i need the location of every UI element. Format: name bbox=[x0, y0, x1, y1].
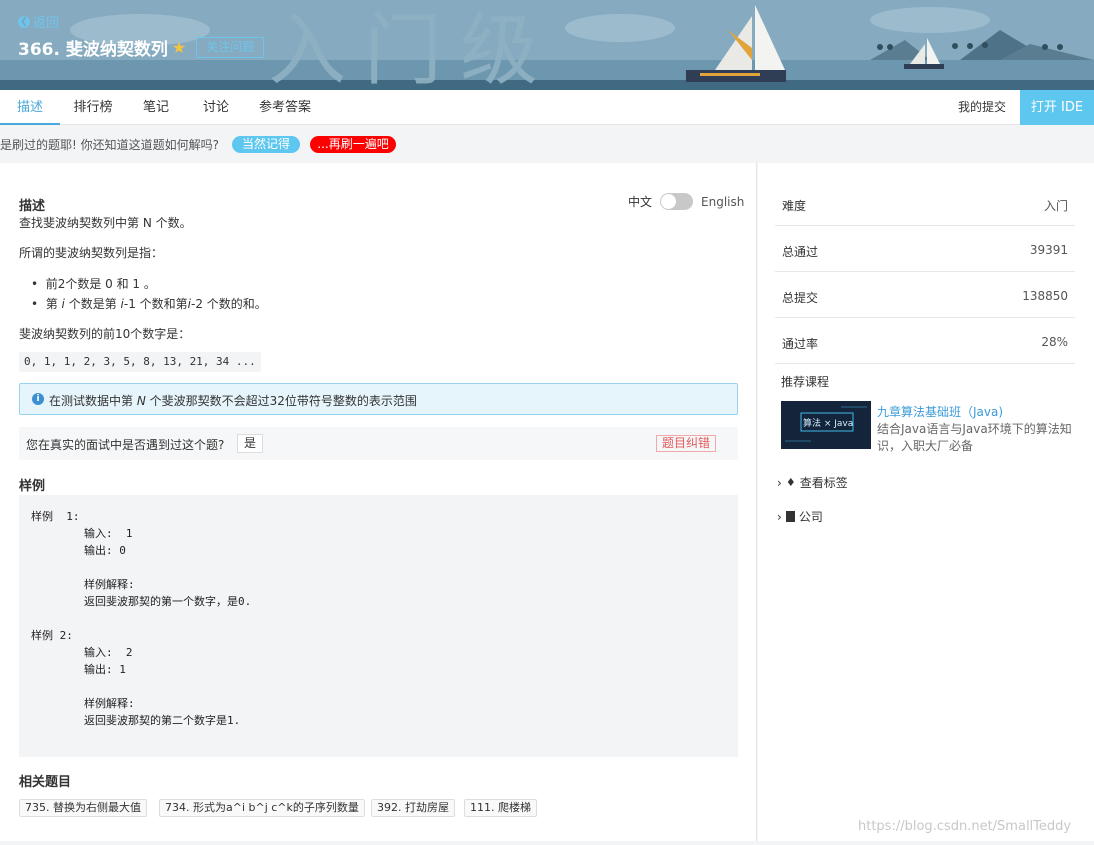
tags-label: 查看标签 bbox=[799, 476, 848, 490]
bullet-2-part: 第 bbox=[45, 297, 62, 311]
stat-label: 难度 bbox=[782, 199, 807, 213]
related-problem-tag[interactable]: 392. 打劫房屋 bbox=[371, 799, 455, 817]
bullet-2-part: -1 个数和第 bbox=[123, 297, 188, 311]
remember-button[interactable]: 当然记得 bbox=[232, 136, 300, 153]
chevron-right-icon: › bbox=[777, 475, 782, 490]
tab-discussion[interactable]: 讨论 bbox=[188, 90, 244, 125]
company-label: 公司 bbox=[798, 510, 823, 524]
stat-row: 总通过 39391 bbox=[775, 226, 1075, 272]
description-heading: 描述 bbox=[19, 199, 46, 214]
bullet-2-part: -2 个数的和。 bbox=[191, 297, 267, 311]
stats-sidebar: 难度 入门 总通过 39391 总提交 138850 通过率 28% 推荐课程 … bbox=[758, 163, 1094, 841]
info-part: 在测试数据中第 bbox=[49, 394, 137, 408]
follow-button[interactable]: 关注问题 bbox=[196, 37, 265, 58]
info-text: 在测试数据中第 N 个斐波那契数不会超过32位带符号整数的表示范围 bbox=[49, 392, 417, 409]
header-banner: 入门级 ❮ 返回 366. 斐波纳契数列 ★ 关注问题 bbox=[0, 0, 1094, 90]
interview-met-row: 您在真实的面试中是否遇到过这个题? 是 题目纠错 bbox=[19, 427, 738, 460]
tab-bar: 描述 排行榜 笔记 讨论 参考答案 我的提交 打开 IDE bbox=[0, 90, 1094, 125]
related-problem-tag[interactable]: 111. 爬楼梯 bbox=[464, 799, 537, 817]
retry-button[interactable]: ...再刷一遍吧 bbox=[310, 136, 396, 153]
stat-value: 39391 bbox=[1029, 243, 1068, 257]
tab-reference-answer[interactable]: 参考答案 bbox=[250, 90, 320, 125]
chevron-right-icon: › bbox=[777, 509, 782, 524]
company-collapsible[interactable]: › 公司 bbox=[777, 508, 823, 525]
info-part: 个斐波那契数不会超过32位带符号整数的表示范围 bbox=[145, 394, 417, 408]
stat-label: 通过率 bbox=[782, 337, 819, 351]
examples-code: 样例 1: 输入: 1 输出: 0 样例解释: 返回斐波那契的第一个数字，是0.… bbox=[19, 495, 738, 757]
language-toggle[interactable] bbox=[660, 193, 694, 210]
open-ide-button[interactable]: 打开 IDE bbox=[1020, 90, 1094, 125]
met-question: 您在真实的面试中是否遇到过这个题? bbox=[26, 438, 225, 452]
language-switch: 中文 English bbox=[628, 193, 744, 210]
stat-label: 总提交 bbox=[782, 291, 819, 305]
stat-row: 通过率 28% bbox=[775, 318, 1075, 364]
course-description: 结合Java语言与Java环境下的算法知识，入职大厂必备 bbox=[877, 422, 1072, 453]
first-ten-label: 斐波纳契数列的前10个数字是： bbox=[19, 327, 191, 341]
met-yes-button[interactable]: 是 bbox=[237, 434, 264, 453]
course-thumbnail[interactable]: 算法 × Java bbox=[781, 401, 871, 449]
info-var: N bbox=[136, 394, 146, 408]
back-label: 返回 bbox=[33, 16, 60, 31]
course-thumbnail-text: 算法 × Java bbox=[803, 419, 854, 429]
related-problem-tag[interactable]: 734. 形式为a^i b^j c^k的子序列数量 bbox=[159, 799, 365, 817]
stat-row: 总提交 138850 bbox=[775, 272, 1075, 318]
tab-ranking[interactable]: 排行榜 bbox=[62, 90, 124, 125]
examples-heading: 样例 bbox=[19, 479, 46, 494]
intro-text: 查找斐波纳契数列中第 N 个数。 bbox=[19, 216, 192, 230]
info-box: i 在测试数据中第 N 个斐波那契数不会超过32位带符号整数的表示范围 bbox=[19, 383, 738, 415]
stat-value: 入门 bbox=[1043, 199, 1068, 213]
lang-zh-label: 中文 bbox=[628, 195, 653, 209]
building-icon bbox=[785, 511, 795, 522]
solved-notice: 是刷过的题耶! 你还知道这道题如何解吗? 当然记得 ...再刷一遍吧 bbox=[0, 126, 1094, 162]
banner-watermark-text: 入门级 bbox=[268, 6, 557, 90]
course-heading: 推荐课程 bbox=[781, 375, 830, 389]
course-title-link[interactable]: 九章算法基础班（Java) bbox=[877, 403, 1003, 420]
bullet-dot: • bbox=[31, 297, 46, 311]
title-row: 366. 斐波纳契数列 ★ 关注问题 bbox=[18, 35, 265, 60]
tags-collapsible[interactable]: › ♦ 查看标签 bbox=[777, 474, 848, 491]
watermark: https://blog.csdn.net/SmallTeddy bbox=[858, 819, 1072, 834]
stat-row: 难度 入门 bbox=[775, 180, 1075, 226]
problem-title: 366. 斐波纳契数列 bbox=[18, 40, 168, 60]
back-arrow-icon: ❮ bbox=[18, 15, 30, 28]
bullet-1-text: 前2个数是 0 和 1 。 bbox=[45, 277, 156, 291]
definition-line: 所谓的斐波纳契数列是指： bbox=[19, 246, 164, 260]
stat-value: 138850 bbox=[1022, 289, 1068, 303]
my-submissions-link[interactable]: 我的提交 bbox=[944, 90, 1020, 125]
info-icon: i bbox=[32, 393, 44, 405]
lang-en-label: English bbox=[701, 194, 745, 209]
related-problem-tag[interactable]: 735. 替换为右侧最大值 bbox=[19, 799, 147, 817]
problem-panel: 描述 中文 English 查找斐波纳契数列中第 N 个数。 所谓的斐波纳契数列… bbox=[0, 163, 757, 841]
tab-notes[interactable]: 笔记 bbox=[128, 90, 184, 125]
stat-value: 28% bbox=[1041, 335, 1068, 349]
bullet-2-part: 个数是第 bbox=[64, 297, 121, 311]
star-icon[interactable]: ★ bbox=[172, 38, 186, 57]
sequence-code: 0, 1, 1, 2, 3, 5, 8, 13, 21, 34 ... bbox=[19, 352, 261, 372]
stat-label: 总通过 bbox=[782, 245, 819, 259]
bullet-item: • 前2个数是 0 和 1 。 bbox=[31, 275, 156, 292]
bullet-dot: • bbox=[31, 277, 46, 291]
back-link[interactable]: ❮ 返回 bbox=[18, 12, 59, 31]
bullet-item: • 第 i 个数是第 i-1 个数和第i-2 个数的和。 bbox=[31, 295, 267, 312]
tag-icon: ♦ bbox=[785, 476, 796, 489]
report-error-button[interactable]: 题目纠错 bbox=[656, 435, 717, 452]
related-heading: 相关题目 bbox=[19, 775, 72, 790]
toggle-knob bbox=[661, 194, 677, 209]
tab-description[interactable]: 描述 bbox=[0, 90, 60, 125]
notice-text: 是刷过的题耶! 你还知道这道题如何解吗? bbox=[0, 138, 219, 152]
